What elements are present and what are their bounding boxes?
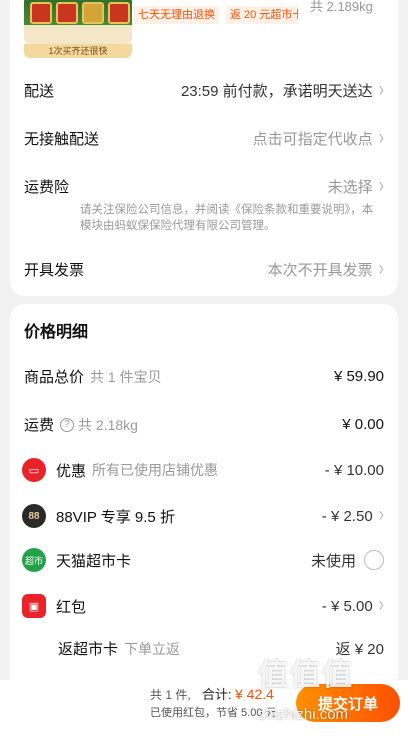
vip-discount-row[interactable]: 88 88VIP 专享 9.5 折 - ¥ 2.50 › <box>22 504 384 528</box>
contactless-label: 无接触配送 <box>24 131 100 148</box>
goods-total-label: 商品总价 <box>24 369 85 386</box>
discount-sub: 所有已使用店铺优惠 <box>92 462 219 478</box>
discount-value: - ¥ 10.00 <box>324 461 384 479</box>
watermark-logo: 值值值 <box>258 659 354 692</box>
88vip-icon: 88 <box>22 504 46 528</box>
shipping-label: 运费 <box>24 417 55 434</box>
tmall-card-row[interactable]: 超市 天猫超市卡 未使用 <box>22 548 384 572</box>
tmall-supermarket-icon: 超市 <box>22 548 46 572</box>
chevron-right-icon: › <box>378 504 384 527</box>
chevron-right-icon: › <box>378 257 384 280</box>
vip-value: - ¥ 2.50 <box>321 507 373 525</box>
product-thumbnail[interactable] <box>24 0 132 44</box>
chevron-right-icon: › <box>378 78 384 101</box>
tmall-card-value: 未使用 <box>310 552 356 570</box>
red-packet-label: 红包 <box>56 598 87 616</box>
shipping-fee-row: 运费? 共 2.18kg ¥ 0.00 <box>24 414 384 435</box>
discount-label: 优惠 <box>56 462 87 480</box>
product-box-icon <box>82 2 104 24</box>
invoice-label: 开具发票 <box>24 262 85 279</box>
item-count: 共 1 件, <box>150 688 191 702</box>
tmall-card-radio[interactable] <box>364 550 384 570</box>
invoice-value: 本次不开具发票 <box>267 262 373 279</box>
watermark-url: zhizhizhi.com <box>258 706 349 723</box>
rebate-sub: 下单立返 <box>124 641 181 657</box>
delivery-value: 23:59 前付款，承诺明天送达 <box>180 83 373 100</box>
goods-total-row: 商品总价共 1 件宝贝 ¥ 59.90 <box>24 366 384 387</box>
discount-row[interactable]: ▭ 优惠 所有已使用店铺优惠 - ¥ 10.00 <box>22 458 384 482</box>
chevron-right-icon: › <box>378 174 384 197</box>
product-box-icon <box>30 2 52 24</box>
tmall-card-label: 天猫超市卡 <box>56 552 132 570</box>
delivery-label: 配送 <box>24 83 55 100</box>
delivery-row[interactable]: 配送 23:59 前付款，承诺明天送达 › <box>24 78 384 101</box>
shipping-value: ¥ 0.00 <box>342 416 384 433</box>
order-summary: 共 1 件, 合计: ¥ 42.4 <box>150 684 274 703</box>
rebate-label: 返超市卡 <box>58 641 119 658</box>
product-box-icon <box>108 2 130 24</box>
red-packet-value: - ¥ 5.00 <box>321 597 373 615</box>
vip-label: 88VIP 专享 9.5 折 <box>56 508 175 526</box>
rebate-tag: 返 20 元超市卡 <box>226 6 298 24</box>
contactless-delivery-row[interactable]: 无接触配送 点击可指定代收点 › <box>24 126 384 149</box>
goods-total-value: ¥ 59.90 <box>333 368 384 385</box>
help-icon[interactable]: ? <box>60 417 75 432</box>
product-box-icon <box>56 2 78 24</box>
contactless-value: 点击可指定代收点 <box>252 131 373 148</box>
red-packet-icon: ▣ <box>22 594 46 618</box>
price-detail-title: 价格明细 <box>24 324 89 341</box>
product-weight: 共 2.189kg <box>310 0 373 14</box>
total-label: 合计: <box>202 687 232 702</box>
thumbnail-caption: 1次买齐还很快 <box>24 44 132 58</box>
chevron-right-icon: › <box>378 594 384 617</box>
coupon-icon: ▭ <box>22 458 46 482</box>
insurance-note: 请关注保险公司信息，并阅读《保险条款和重要说明》，本模块由蚂蚁保保险代理有限公司… <box>80 204 374 232</box>
chevron-right-icon: › <box>378 126 384 149</box>
goods-count: 共 1 件宝贝 <box>90 369 162 385</box>
shipping-weight: 共 2.18kg <box>78 416 138 433</box>
insurance-label: 运费险 <box>24 179 70 196</box>
shipping-insurance-row[interactable]: 运费险 未选择 › <box>24 174 384 197</box>
red-packet-row[interactable]: ▣ 红包 - ¥ 5.00 › <box>22 594 384 618</box>
invoice-row[interactable]: 开具发票 本次不开具发票 › <box>24 257 384 280</box>
return-policy-tag: 七天无理由退换 <box>134 6 219 24</box>
insurance-value: 未选择 <box>327 179 373 196</box>
